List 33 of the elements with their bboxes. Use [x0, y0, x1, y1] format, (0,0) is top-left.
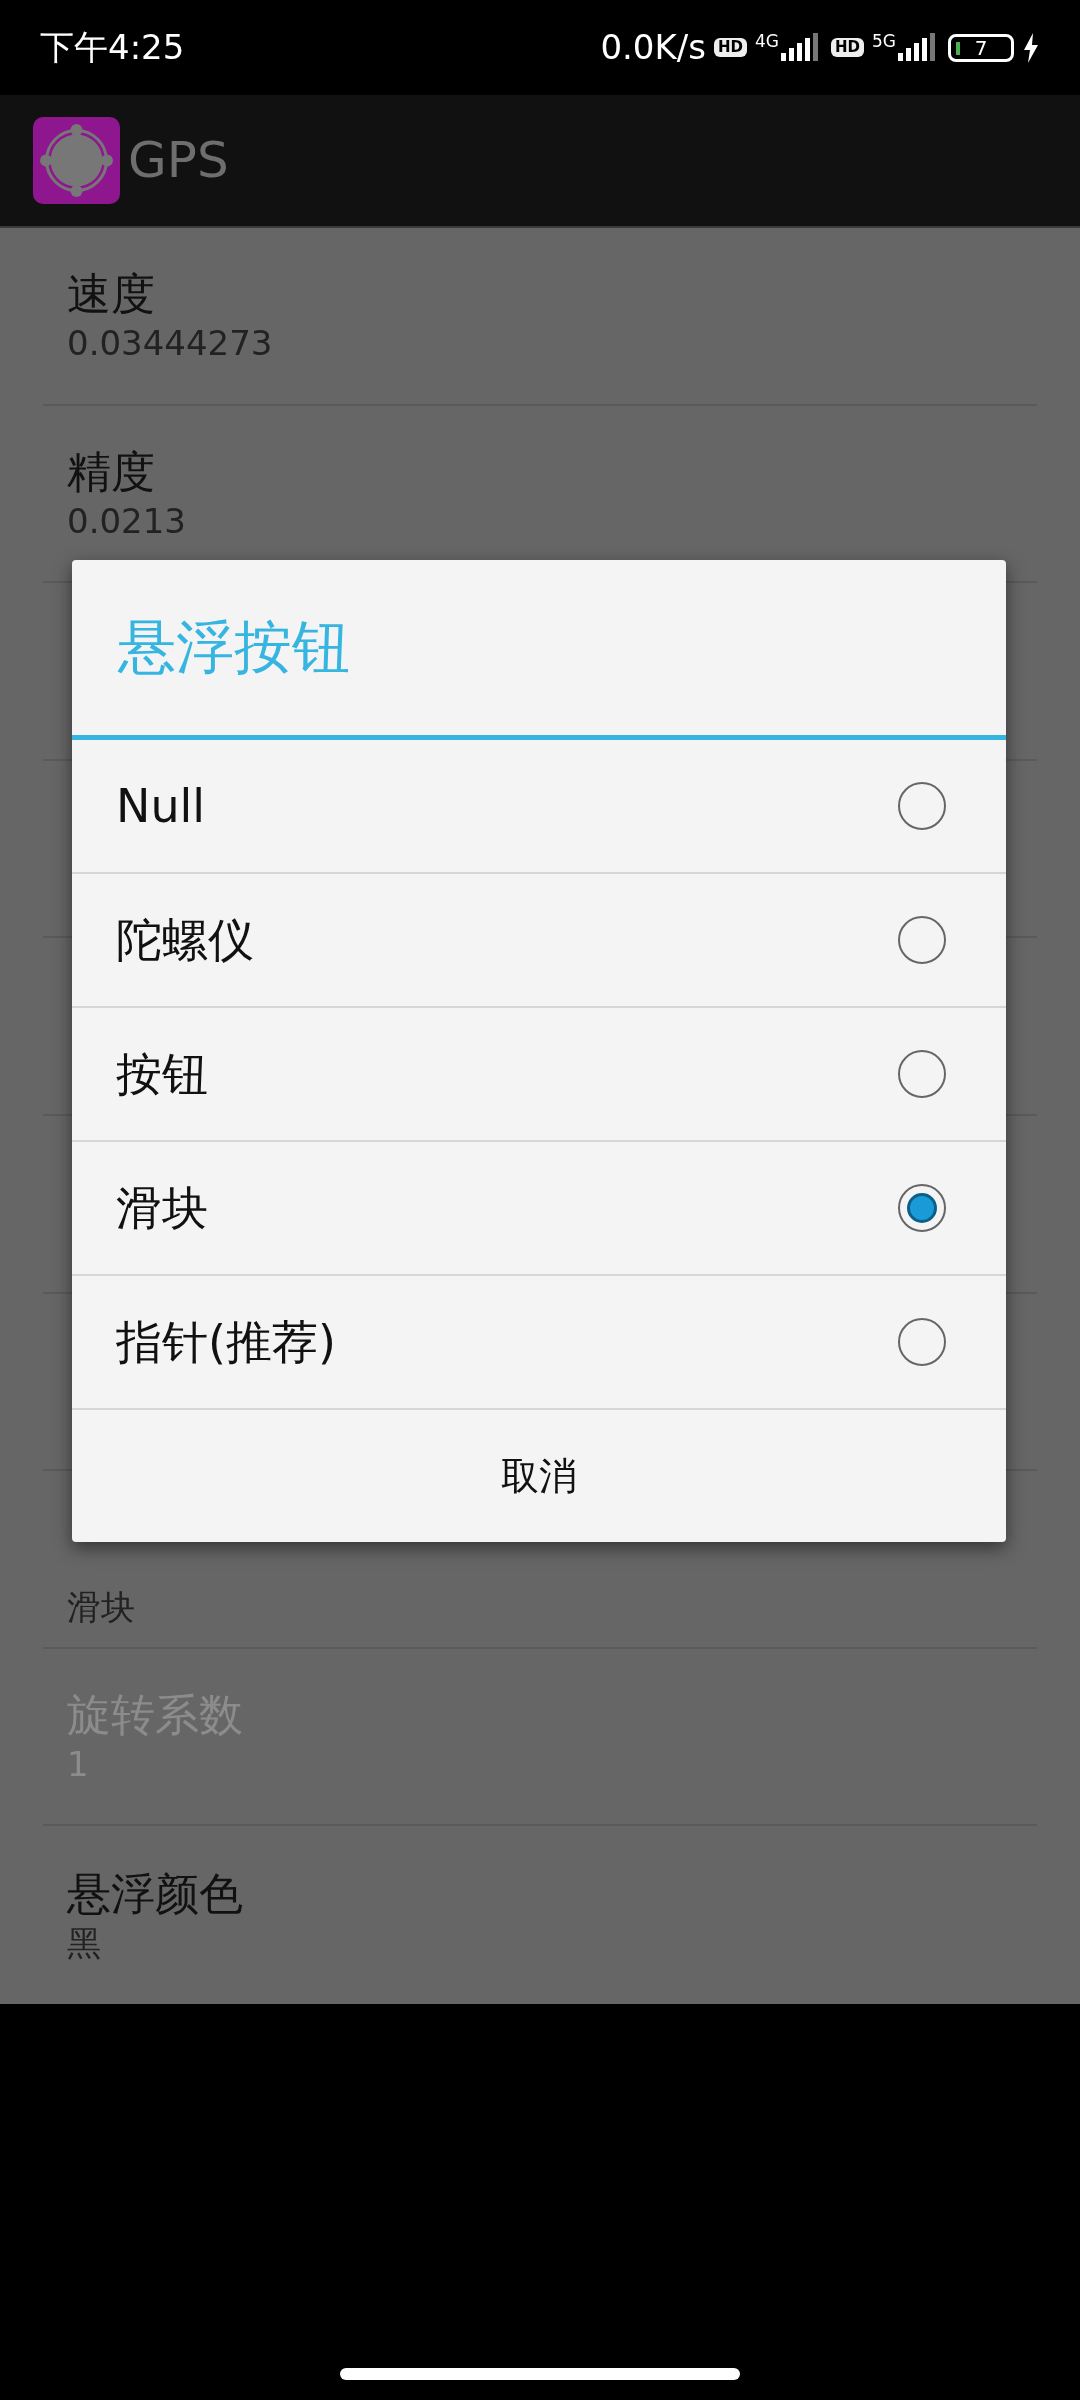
option-item[interactable]: 按钮 [72, 1008, 1006, 1142]
option-item[interactable]: Null [72, 740, 1006, 874]
network-type: 5G [872, 32, 896, 50]
hd-badge: HD [713, 38, 747, 57]
setting-title: 精度 [67, 444, 156, 499]
app-title: GPS [128, 130, 229, 191]
setting-title: 悬浮颜色 [67, 1866, 244, 1921]
app-icon [33, 117, 120, 204]
setting-value: 滑块 [67, 1585, 136, 1629]
option-item[interactable]: 指针(推荐) [72, 1276, 1006, 1410]
setting-value: 黑 [67, 1921, 102, 1965]
radio-button[interactable] [898, 1184, 946, 1232]
option-label: 陀螺仪 [116, 911, 254, 969]
cancel-button[interactable]: 取消 [72, 1410, 1006, 1542]
radio-button[interactable] [898, 782, 946, 830]
network-type: 4G [755, 32, 779, 50]
option-item[interactable]: 陀螺仪 [72, 874, 1006, 1008]
option-label: 滑块 [116, 1179, 208, 1237]
radio-button[interactable] [898, 1318, 946, 1366]
setting-value: 0.03444273 [67, 322, 274, 366]
setting-value: 0.0213 [67, 499, 187, 543]
network-speed: 0.0K/s [600, 26, 706, 69]
radio-button[interactable] [898, 1050, 946, 1098]
dialog-title: 悬浮按钮 [72, 560, 1006, 740]
option-label: 按钮 [116, 1045, 208, 1103]
option-label: Null [116, 777, 206, 835]
radio-button[interactable] [898, 916, 946, 964]
clock: 下午4:25 [40, 26, 185, 69]
battery-level: 7 [974, 37, 988, 58]
hd-badge: HD [831, 38, 864, 57]
setting-title: 速度 [67, 267, 156, 322]
option-item[interactable]: 滑块 [72, 1142, 1006, 1276]
option-label: 指针(推荐) [116, 1313, 336, 1371]
